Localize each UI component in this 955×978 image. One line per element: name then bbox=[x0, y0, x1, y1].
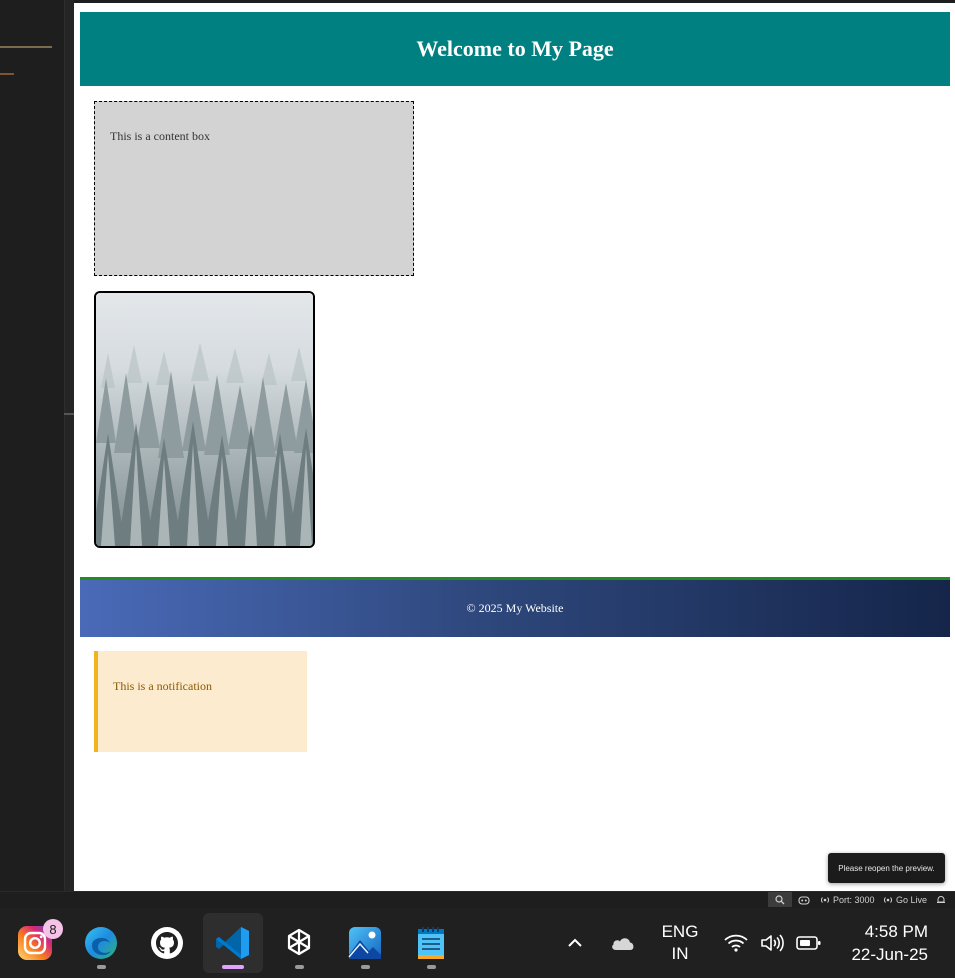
taskbar-app-vscode[interactable] bbox=[203, 913, 263, 973]
notepad-icon bbox=[418, 927, 444, 959]
active-indicator bbox=[222, 965, 244, 969]
taskbar-app-github[interactable] bbox=[137, 913, 197, 973]
port-status[interactable]: Port: 3000 bbox=[820, 893, 875, 906]
clock-time: 4:58 PM bbox=[864, 922, 928, 941]
battery-button[interactable] bbox=[794, 908, 824, 978]
network-button[interactable] bbox=[722, 908, 750, 978]
go-live-label: Go Live bbox=[896, 894, 928, 905]
running-indicator bbox=[427, 965, 436, 969]
taskbar-app-photos[interactable] bbox=[335, 913, 395, 973]
page-footer: © 2025 My Website bbox=[80, 577, 950, 637]
clock-date: 22-Jun-25 bbox=[851, 945, 928, 964]
snowy-forest-image bbox=[94, 291, 315, 548]
running-indicator bbox=[295, 965, 304, 969]
code-line bbox=[0, 46, 52, 48]
go-live-button[interactable]: Go Live bbox=[883, 893, 927, 906]
status-bar: Port: 3000 Go Live bbox=[0, 891, 955, 907]
taskbar-app-instagram[interactable]: 8 bbox=[5, 913, 65, 973]
zoom-icon[interactable] bbox=[768, 892, 792, 907]
notification-box: This is a notification bbox=[94, 651, 307, 752]
edge-icon bbox=[85, 927, 117, 959]
wifi-icon bbox=[724, 934, 748, 952]
onedrive-button[interactable] bbox=[606, 908, 640, 978]
code-editor-pane[interactable] bbox=[0, 0, 74, 891]
content-box-text: This is a content box bbox=[110, 129, 210, 143]
photos-icon bbox=[348, 927, 381, 959]
broadcast-icon bbox=[820, 896, 830, 903]
chatgpt-icon bbox=[287, 928, 311, 956]
speaker-icon bbox=[761, 934, 784, 952]
editor-scrollbar[interactable] bbox=[64, 0, 74, 891]
github-icon bbox=[151, 927, 183, 959]
clock-button[interactable]: 4:58 PM 22-Jun-25 bbox=[836, 908, 936, 978]
running-indicator bbox=[97, 965, 106, 969]
volume-button[interactable] bbox=[758, 908, 788, 978]
toast-text: Please reopen the preview. bbox=[838, 863, 935, 873]
language-region: IN bbox=[671, 944, 689, 963]
battery-icon bbox=[796, 936, 821, 950]
cloud-icon bbox=[612, 938, 634, 950]
taskbar-app-edge[interactable] bbox=[71, 913, 131, 973]
taskbar-app-notepad[interactable] bbox=[401, 913, 461, 973]
notification-text: This is a notification bbox=[113, 679, 212, 693]
running-indicator bbox=[361, 965, 370, 969]
taskbar-app-chatgpt[interactable] bbox=[269, 913, 329, 973]
language-code: ENG bbox=[661, 922, 699, 941]
reopen-preview-toast[interactable]: Please reopen the preview. bbox=[828, 853, 945, 883]
notifications-bell-icon[interactable] bbox=[936, 893, 946, 906]
code-line bbox=[0, 73, 14, 75]
copilot-icon[interactable] bbox=[798, 893, 810, 906]
sash-handle[interactable] bbox=[64, 413, 74, 415]
show-hidden-icons-button[interactable] bbox=[560, 908, 590, 978]
page-header: Welcome to My Page bbox=[80, 12, 950, 86]
taskbar: 8 ENG IN 4:58 PM 22-Jun-25 bbox=[0, 908, 955, 978]
vscode-icon bbox=[216, 927, 249, 959]
content-box: This is a content box bbox=[94, 101, 414, 276]
chevron-up-icon bbox=[568, 938, 582, 947]
notification-count-badge: 8 bbox=[43, 919, 63, 939]
input-language-button[interactable]: ENG IN bbox=[656, 908, 704, 978]
port-label: Port: 3000 bbox=[833, 894, 875, 905]
footer-text: © 2025 My Website bbox=[466, 601, 564, 615]
page-title: Welcome to My Page bbox=[416, 36, 614, 61]
live-preview-pane: Welcome to My Page This is a content box bbox=[74, 0, 955, 891]
broadcast-icon bbox=[883, 896, 893, 903]
